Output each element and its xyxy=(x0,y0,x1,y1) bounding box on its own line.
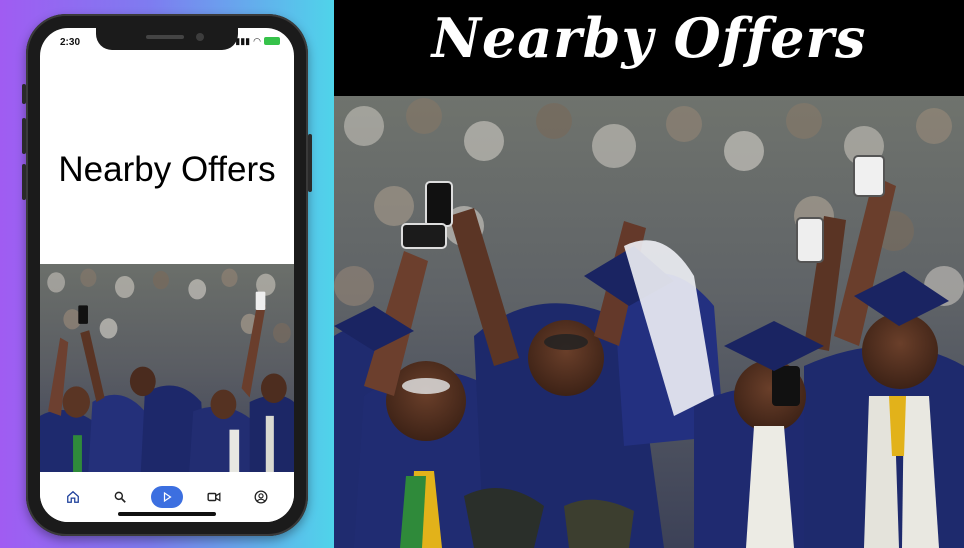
mute-switch xyxy=(22,84,26,104)
status-time: 2:30 xyxy=(60,37,81,48)
notch xyxy=(96,28,238,50)
search-icon xyxy=(114,491,127,503)
nav-video[interactable] xyxy=(198,486,230,508)
play-icon xyxy=(163,491,172,503)
phone-mockup: 2:30 ▮▮▮ ◠ Nearby Offers xyxy=(22,14,312,536)
power-button xyxy=(308,134,312,192)
nav-search[interactable] xyxy=(104,486,136,508)
nav-home[interactable] xyxy=(57,486,89,508)
speaker xyxy=(146,35,184,39)
video-icon xyxy=(207,492,221,502)
account-icon xyxy=(254,490,268,504)
page-title: Nearby Offers xyxy=(58,150,276,189)
battery-icon xyxy=(264,37,280,45)
graduation-photo xyxy=(334,96,964,548)
wifi-icon: ◠ xyxy=(253,36,261,46)
status-icons: ▮▮▮ ◠ xyxy=(235,36,280,46)
volume-down-button xyxy=(22,164,26,200)
gradient-background: 2:30 ▮▮▮ ◠ Nearby Offers xyxy=(0,0,334,548)
front-camera xyxy=(196,33,204,41)
phone-screen: 2:30 ▮▮▮ ◠ Nearby Offers xyxy=(40,28,294,522)
banner-title: Nearby Offers xyxy=(431,6,867,70)
nav-account[interactable] xyxy=(245,486,277,508)
nav-play[interactable] xyxy=(150,486,183,508)
home-indicator xyxy=(118,512,216,516)
graduation-photo-thumbnail xyxy=(40,264,294,472)
volume-up-button xyxy=(22,118,26,154)
home-icon xyxy=(67,490,80,503)
promo-banner: Nearby Offers xyxy=(334,0,964,548)
